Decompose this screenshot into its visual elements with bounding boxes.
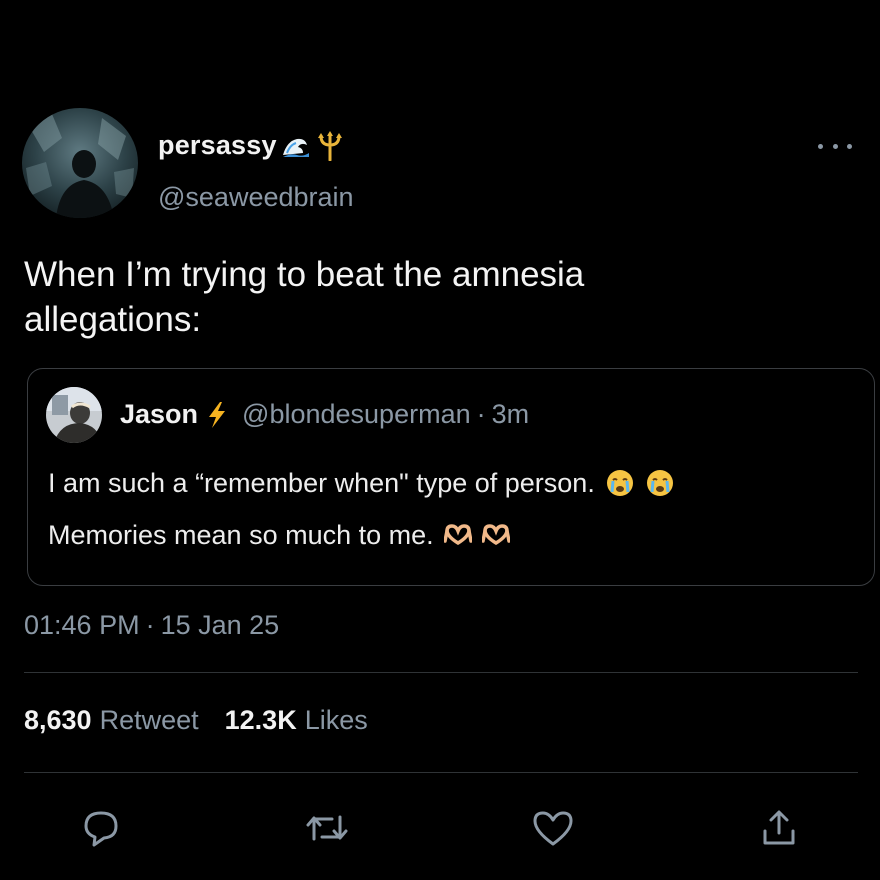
quote-header: Jason @blondesuperman · 3m xyxy=(120,399,529,430)
crying-face-icon xyxy=(605,468,635,498)
likes-count[interactable]: 12.3K xyxy=(225,705,297,736)
trident-emoji-icon xyxy=(315,130,345,161)
share-icon[interactable] xyxy=(756,805,802,851)
author-name-row[interactable]: persassy xyxy=(158,130,345,161)
wave-emoji-icon xyxy=(281,133,311,159)
author-handle[interactable]: @seaweedbrain xyxy=(158,182,354,213)
retweet-count[interactable]: 8,630 xyxy=(24,705,92,736)
quote-line: Memories mean so much to me. xyxy=(48,509,848,561)
retweet-label[interactable]: Retweet xyxy=(100,705,199,736)
more-options-icon[interactable] xyxy=(818,136,852,156)
heart-hands-icon xyxy=(443,523,472,547)
tweet-time[interactable]: 01:46 PM xyxy=(24,610,140,641)
reply-icon[interactable] xyxy=(78,805,124,851)
heart-hands-icon xyxy=(481,523,510,547)
divider xyxy=(24,672,858,673)
quote-line-2-text: Memories mean so much to me. xyxy=(48,520,434,550)
tweet: persassy @seaweedbrain When I’m trying t… xyxy=(0,0,880,880)
quote-text: I am such a “remember when" type of pers… xyxy=(48,457,848,561)
like-icon[interactable] xyxy=(530,805,576,851)
engagement-stats: 8,630 Retweet 12.3K Likes xyxy=(24,705,386,736)
author-display-name[interactable]: persassy xyxy=(158,130,277,161)
quote-handle[interactable]: @blondesuperman xyxy=(242,399,471,430)
quote-time[interactable]: 3m xyxy=(492,399,530,430)
tweet-timestamp[interactable]: 01:46 PM · 15 Jan 25 xyxy=(24,610,279,641)
timestamp-separator: · xyxy=(145,610,155,640)
quote-tweet-card[interactable]: Jason @blondesuperman · 3m I am such a “… xyxy=(27,368,875,586)
quote-separator: · xyxy=(476,399,486,429)
divider xyxy=(24,772,858,773)
lightning-emoji-icon xyxy=(206,401,228,429)
retweet-icon[interactable] xyxy=(304,805,350,851)
quote-line: I am such a “remember when" type of pers… xyxy=(48,457,848,509)
quote-author-avatar[interactable] xyxy=(46,387,102,443)
likes-label[interactable]: Likes xyxy=(305,705,368,736)
avatar-image xyxy=(22,108,138,218)
quote-display-name[interactable]: Jason xyxy=(120,399,198,430)
tweet-date[interactable]: 15 Jan 25 xyxy=(161,610,280,641)
tweet-text: When I’m trying to beat the amnesia alle… xyxy=(24,255,585,339)
quote-line-1-text: I am such a “remember when" type of pers… xyxy=(48,468,595,498)
action-bar xyxy=(0,805,880,851)
crying-face-icon xyxy=(645,468,675,498)
author-avatar[interactable] xyxy=(22,108,138,218)
